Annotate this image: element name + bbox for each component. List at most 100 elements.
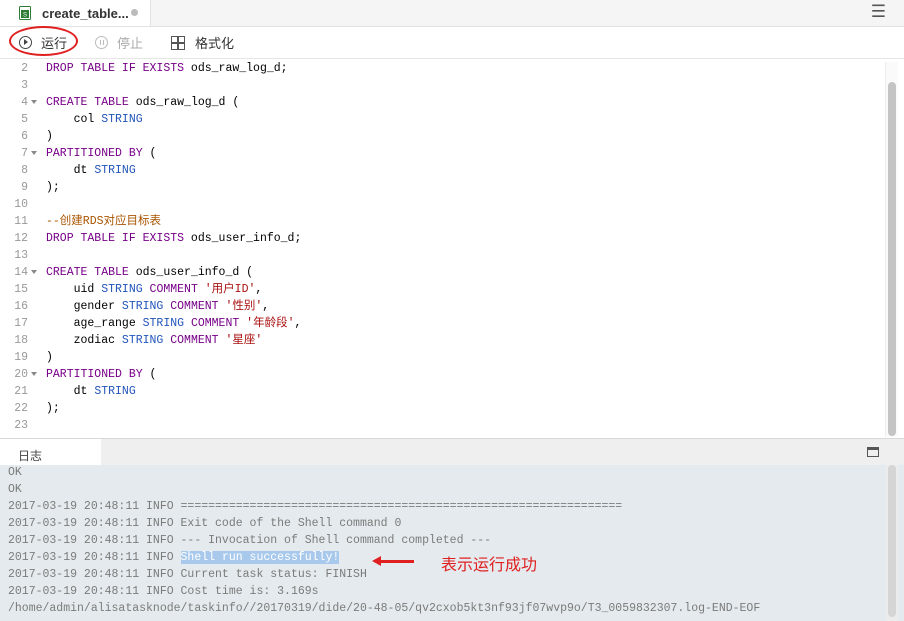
fold-arrow-icon[interactable] bbox=[31, 372, 37, 376]
line-number: 5 bbox=[21, 113, 28, 126]
editor-scroll-thumb[interactable] bbox=[888, 82, 896, 436]
tab-bar: S create_table... ☰ bbox=[0, 0, 904, 27]
line-number: 3 bbox=[21, 79, 28, 92]
line-number: 13 bbox=[14, 249, 28, 262]
line-number: 20 bbox=[14, 368, 28, 381]
code-text: DROP TABLE IF EXISTS ods_user_info_d; bbox=[46, 232, 302, 245]
code-line[interactable]: 8 dt STRING bbox=[0, 162, 880, 179]
line-number: 6 bbox=[21, 130, 28, 143]
log-highlight: Shell run successfully! bbox=[180, 551, 340, 564]
line-number: 9 bbox=[21, 181, 28, 194]
line-number: 17 bbox=[14, 317, 28, 330]
log-scroll-thumb[interactable] bbox=[888, 465, 896, 617]
log-output: OK OK 2017-03-19 20:48:11 INFO ===========… bbox=[0, 465, 904, 621]
format-button[interactable]: 格式化 bbox=[171, 27, 234, 58]
maximize-icon[interactable] bbox=[867, 447, 879, 457]
code-line[interactable]: 19) bbox=[0, 349, 880, 366]
code-text: dt STRING bbox=[46, 164, 136, 177]
line-number: 4 bbox=[21, 96, 28, 109]
line-number: 11 bbox=[14, 215, 28, 228]
stop-button[interactable]: 停止 bbox=[95, 27, 143, 58]
code-line[interactable]: 17 age_range STRING COMMENT '年龄段', bbox=[0, 315, 880, 332]
tab-log[interactable]: 日志 bbox=[0, 439, 101, 466]
code-line[interactable]: 23 bbox=[0, 417, 880, 434]
log-line: 2017-03-19 20:48:11 INFO Current task st… bbox=[8, 568, 367, 581]
editor-vertical-scrollbar[interactable] bbox=[885, 62, 898, 437]
code-text: gender STRING COMMENT '性别', bbox=[46, 300, 270, 313]
grid-icon bbox=[171, 35, 185, 50]
tab-create-table[interactable]: S create_table... bbox=[0, 0, 151, 26]
code-text: zodiac STRING COMMENT '星座' bbox=[46, 334, 263, 347]
code-text: CREATE TABLE ods_user_info_d ( bbox=[46, 266, 254, 279]
log-line: 2017-03-19 20:48:11 INFO Exit code of th… bbox=[8, 517, 402, 530]
log-line: OK bbox=[8, 466, 22, 479]
code-text: ); bbox=[46, 402, 60, 415]
stop-label: 停止 bbox=[117, 36, 144, 51]
line-number: 7 bbox=[21, 147, 28, 160]
code-line[interactable]: 18 zodiac STRING COMMENT '星座' bbox=[0, 332, 880, 349]
code-text: col STRING bbox=[46, 113, 143, 126]
code-line[interactable]: 11 --创建RDS对应目标表 bbox=[0, 213, 880, 230]
code-line[interactable]: 7 PARTITIONED BY ( bbox=[0, 145, 880, 162]
code-line[interactable]: 13 bbox=[0, 247, 880, 264]
code-line[interactable]: 4 CREATE TABLE ods_raw_log_d ( bbox=[0, 94, 880, 111]
code-text: dt STRING bbox=[46, 385, 136, 398]
code-text: DROP TABLE IF EXISTS ods_raw_log_d; bbox=[46, 62, 288, 75]
line-number: 23 bbox=[14, 419, 28, 432]
annotation-text: 表示运行成功 bbox=[441, 557, 538, 574]
code-text: PARTITIONED BY ( bbox=[46, 147, 157, 160]
code-line[interactable]: 6) bbox=[0, 128, 880, 145]
pause-icon bbox=[95, 36, 108, 49]
code-line[interactable]: 2 DROP TABLE IF EXISTS ods_raw_log_d; bbox=[0, 60, 880, 77]
editor-toolbar: 运行 停止 格式化 bbox=[0, 27, 904, 59]
line-number: 12 bbox=[14, 232, 28, 245]
log-vertical-scrollbar[interactable] bbox=[886, 465, 898, 621]
code-line[interactable]: 14 CREATE TABLE ods_user_info_d ( bbox=[0, 264, 880, 281]
log-panel-header: 日志 bbox=[0, 438, 904, 466]
fold-arrow-icon[interactable] bbox=[31, 151, 37, 155]
code-line[interactable]: 10 bbox=[0, 196, 880, 213]
code-text: CREATE TABLE ods_raw_log_d ( bbox=[46, 96, 240, 109]
code-line[interactable]: 9); bbox=[0, 179, 880, 196]
format-label: 格式化 bbox=[195, 36, 235, 51]
line-number: 10 bbox=[14, 198, 28, 211]
code-text: uid STRING COMMENT '用户ID', bbox=[46, 283, 263, 296]
line-number: 2 bbox=[21, 62, 28, 75]
code-line[interactable]: 20 PARTITIONED BY ( bbox=[0, 366, 880, 383]
log-line: OK bbox=[8, 483, 22, 496]
line-number: 15 bbox=[14, 283, 28, 296]
line-number: 19 bbox=[14, 351, 28, 364]
code-line[interactable]: 21 dt STRING bbox=[0, 383, 880, 400]
code-editor[interactable]: 2 DROP TABLE IF EXISTS ods_raw_log_d; 3 4 CR… bbox=[0, 59, 904, 438]
log-line: 2017-03-19 20:48:11 INFO --- Invocation … bbox=[8, 534, 492, 547]
code-text: ) bbox=[46, 351, 53, 364]
hamburger-menu-icon[interactable]: ☰ bbox=[871, 3, 886, 21]
log-line: /home/admin/alisatasknode/taskinfo//2017… bbox=[8, 602, 761, 615]
tab-close-dot-icon[interactable] bbox=[131, 9, 138, 16]
code-line[interactable]: 15 uid STRING COMMENT '用户ID', bbox=[0, 281, 880, 298]
svg-text:S: S bbox=[23, 13, 27, 19]
log-tab-label: 日志 bbox=[18, 449, 43, 463]
code-line[interactable]: 16 gender STRING COMMENT '性别', bbox=[0, 298, 880, 315]
code-text: --创建RDS对应目标表 bbox=[46, 215, 162, 228]
line-number: 8 bbox=[21, 164, 28, 177]
code-line[interactable]: 3 bbox=[0, 77, 880, 94]
line-number: 16 bbox=[14, 300, 28, 313]
log-line: 2017-03-19 20:48:11 INFO Shell run succe… bbox=[8, 551, 340, 564]
code-line[interactable]: 22); bbox=[0, 400, 880, 417]
log-line: 2017-03-19 20:48:11 INFO Cost time is: 3… bbox=[8, 585, 319, 598]
tab-title: create_table... bbox=[42, 6, 129, 21]
fold-arrow-icon[interactable] bbox=[31, 100, 37, 104]
code-line[interactable]: 12 DROP TABLE IF EXISTS ods_user_info_d; bbox=[0, 230, 880, 247]
code-text: age_range STRING COMMENT '年龄段', bbox=[46, 317, 302, 330]
run-button-highlight-circle bbox=[9, 26, 78, 56]
fold-arrow-icon[interactable] bbox=[31, 270, 37, 274]
line-number: 22 bbox=[14, 402, 28, 415]
annotation-arrow bbox=[372, 556, 414, 566]
line-number: 18 bbox=[14, 334, 28, 347]
sql-file-icon: S bbox=[19, 6, 31, 20]
line-number: 14 bbox=[14, 266, 28, 279]
code-text: ) bbox=[46, 130, 53, 143]
line-number: 21 bbox=[14, 385, 28, 398]
code-line[interactable]: 5 col STRING bbox=[0, 111, 880, 128]
